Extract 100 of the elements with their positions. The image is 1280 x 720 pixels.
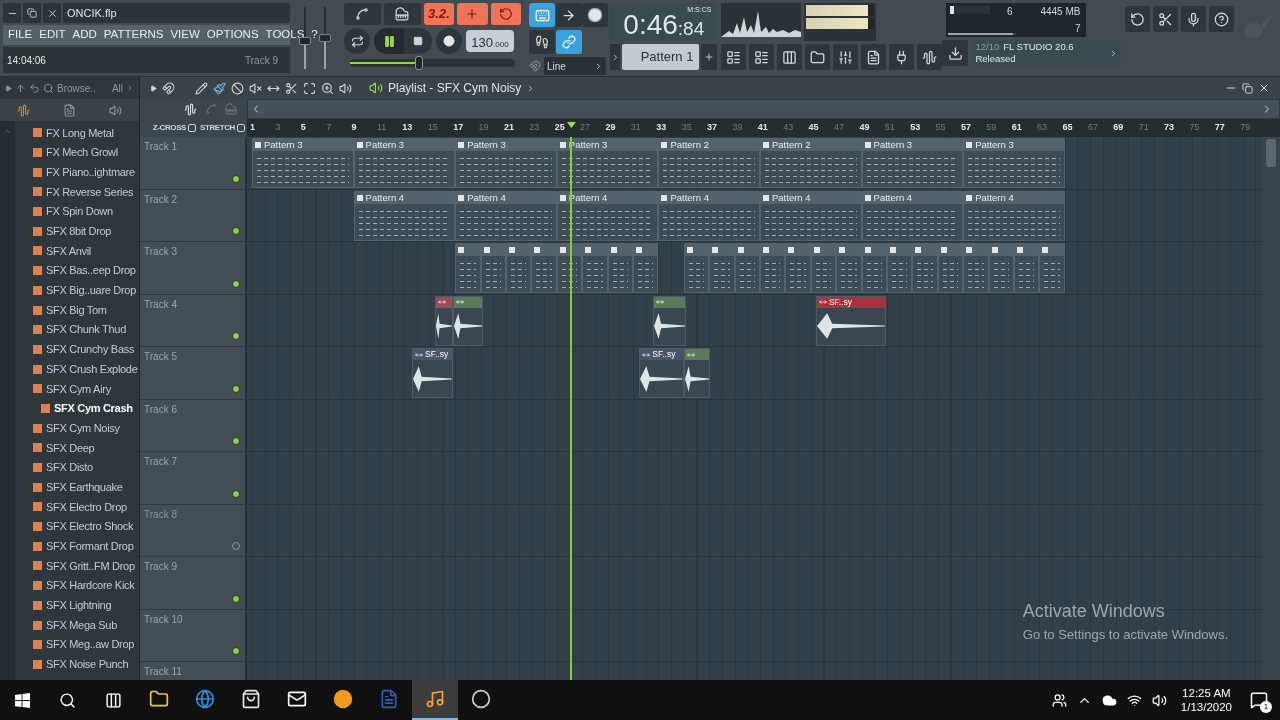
bar-number: 55 — [935, 121, 946, 135]
menu-item[interactable]: ? — [311, 29, 318, 41]
browser-item[interactable]: FX Piano..ightmare — [15, 162, 139, 183]
time-main: 0:46 — [623, 11, 678, 39]
bar-number: 67 — [1087, 121, 1098, 135]
tempo-field[interactable]: 130.000 — [466, 30, 514, 52]
track-header[interactable]: Track 7 — [140, 452, 247, 505]
bar-number: 39 — [732, 121, 743, 135]
pattern-clip[interactable]: Pattern 3 — [252, 138, 354, 188]
notifications-button[interactable]: 1 — [1246, 685, 1272, 715]
pattern-clip[interactable]: Pattern 4 — [353, 190, 456, 241]
bar-number: 13 — [402, 121, 413, 135]
track-header[interactable]: Track 2 — [140, 189, 247, 242]
browser-item[interactable]: SFX Anvil — [15, 241, 139, 261]
clip-label: Pattern 2 — [772, 140, 811, 150]
browser-item[interactable]: FX Long Metal — [15, 123, 139, 143]
browser-item[interactable]: SFX Noise Punch — [15, 654, 139, 675]
bar-number: 43 — [783, 121, 794, 135]
bar-number: 19 — [478, 121, 489, 135]
pattern-clip[interactable]: Pattern 2 — [658, 138, 760, 188]
browser-item[interactable]: FX Spin Down — [15, 201, 139, 222]
browser-item[interactable]: SFX Big..uare Drop — [15, 280, 139, 301]
track-name: Track 5 — [144, 350, 177, 364]
bar-number: 3 — [275, 121, 281, 135]
track-name: Track 6 — [144, 402, 177, 417]
browser-item[interactable]: SFX 8bit Drop — [15, 221, 139, 242]
menu-item[interactable]: TOOLS — [265, 29, 305, 41]
bar-number: 23 — [529, 121, 540, 135]
track-header[interactable]: Track 10 — [140, 609, 247, 662]
browser-item[interactable]: SFX Electro Shock — [15, 516, 139, 537]
audio-clip[interactable]: SF..sy — [815, 295, 886, 346]
bar-number: 53 — [910, 121, 921, 135]
pattern-clip[interactable]: Pattern 4 — [658, 190, 760, 241]
bar-number: 61 — [1011, 121, 1022, 135]
pattern-clip[interactable]: Pattern 3 — [861, 138, 964, 188]
browser-item[interactable]: SFX Crush Explode — [15, 359, 139, 379]
snap-dropdown[interactable]: Line — [544, 57, 607, 75]
track-name: Track 1 — [144, 140, 177, 154]
browser-item[interactable]: SFX Gritt..FM Drop — [15, 556, 139, 576]
bar-number: 63 — [1037, 121, 1048, 135]
menu-item[interactable]: ADD — [72, 29, 97, 41]
browser-item[interactable]: SFX Hardcore Kick — [15, 575, 139, 596]
bar-number: 47 — [834, 121, 844, 135]
browser-item[interactable]: SFX Cym Noisy — [15, 418, 139, 438]
clip-label: SF..sy — [425, 350, 449, 359]
browser-item[interactable]: FX Reverse Series — [15, 182, 139, 202]
browser-item[interactable]: SFX Mega Sub — [15, 615, 139, 635]
hint-target: Track 9 — [245, 53, 278, 68]
browser-filter[interactable]: All — [111, 80, 123, 96]
browser-item[interactable]: SFX Meg..aw Drop — [15, 634, 139, 655]
menu-item[interactable]: VIEW — [170, 29, 200, 41]
pattern-clip[interactable]: Pattern 2 — [760, 138, 862, 188]
bar-number: 57 — [960, 121, 971, 135]
browser-item[interactable]: SFX Bas..eep Drop — [15, 260, 139, 281]
track-header[interactable]: Track 4 — [140, 294, 247, 347]
bar-number: 71 — [1138, 121, 1149, 135]
browser-item[interactable]: SFX Earthquake — [15, 477, 139, 498]
menu-item[interactable]: PATTERNS — [103, 29, 164, 41]
timeline-ruler[interactable]: 1 3 5 7 9 11 13 15 17 19 21 23 25 27 29 31 33 35 37 39 41 43 45 47 49 51 53 55 57 59 61 63 65 67 69 71 73 75 77 79 — [247, 119, 1280, 137]
track-header[interactable]: Track 6 — [140, 399, 247, 452]
browser-item[interactable]: SFX Disto — [15, 457, 139, 478]
menu-item[interactable]: EDIT — [39, 29, 66, 41]
bar-number: 17 — [453, 121, 464, 135]
browser-item[interactable]: SFX Deep — [15, 438, 139, 458]
pattern-clip[interactable]: Pattern 3 — [455, 138, 557, 188]
browser-item[interactable]: SFX Lightning — [15, 595, 139, 616]
track-header[interactable]: Track 5 — [140, 347, 247, 400]
browser-item[interactable]: FX Mech Growl — [15, 142, 139, 163]
browser-item[interactable]: SFX Crunchy Bass — [15, 339, 139, 360]
bar-number: 45 — [808, 121, 819, 135]
track-header[interactable]: Track 3 — [140, 242, 247, 295]
countdown-button[interactable]: 3.2. — [423, 3, 455, 25]
track-header[interactable]: Track 9 — [140, 557, 247, 610]
pattern-clip[interactable]: Pattern 3 — [963, 138, 1065, 188]
track-name: Track 7 — [144, 455, 177, 469]
pattern-selector[interactable]: Pattern 1 — [622, 44, 700, 70]
track-name: Track 11 — [144, 665, 182, 679]
clock[interactable]: 12:25 AM 1/13/2020 — [1176, 685, 1236, 715]
bar-number: 21 — [503, 121, 514, 135]
browser-item[interactable]: SFX Cym Crash — [15, 398, 139, 419]
browser-item[interactable]: SFX Cym Airy — [15, 378, 139, 399]
browser-item[interactable]: SFX Electro Drop — [15, 497, 139, 517]
pattern-clip[interactable]: Pattern 4 — [861, 190, 964, 241]
pattern-clip[interactable]: Pattern 4 — [963, 190, 1065, 241]
clip-label: Pattern 2 — [670, 140, 709, 150]
track-header[interactable]: Track 1 — [140, 137, 247, 190]
news-panel[interactable]: 12/10 FL STUDIO 20.6 Released — [971, 40, 1122, 66]
pattern-clip[interactable]: Pattern 4 — [455, 190, 557, 241]
browser-item[interactable]: SFX Chunk Thud — [15, 319, 139, 340]
menu-item[interactable]: OPTIONS — [206, 29, 259, 41]
audio-clip[interactable]: SF..sy — [412, 348, 453, 398]
track-header[interactable]: Track 11 — [140, 662, 247, 680]
bar-number: 77 — [1214, 121, 1225, 135]
pattern-clip[interactable]: Pattern 4 — [760, 190, 862, 241]
browser-item[interactable]: SFX Formant Drop — [15, 536, 139, 557]
audio-clip[interactable]: SF..sy — [639, 348, 684, 398]
memory-value: 4445 MB — [1040, 5, 1081, 19]
browser-item[interactable]: SFX Big Tom — [15, 300, 139, 320]
pattern-clip[interactable]: Pattern 3 — [353, 138, 456, 188]
menu-item[interactable]: FILE — [8, 29, 33, 41]
